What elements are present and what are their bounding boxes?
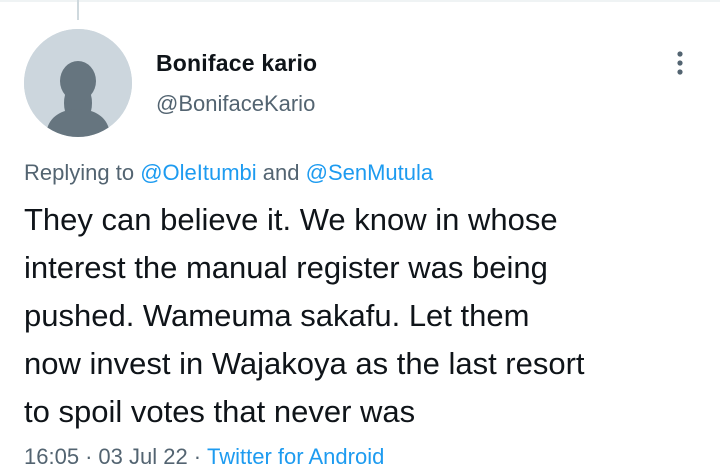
tweet-text-line: pushed. Wameuma sakafu. Let them — [24, 298, 530, 333]
top-divider — [0, 0, 720, 2]
author-display-name[interactable]: Boniface kario — [156, 50, 317, 77]
tweet-source-link[interactable]: Twitter for Android — [207, 444, 384, 469]
tweet-text-line: to spoil votes that never was — [24, 394, 416, 429]
more-vertical-icon — [677, 51, 683, 75]
tweet-text-line: now invest in Wajakoya as the last resor… — [24, 346, 585, 381]
replying-to-prefix: Replying to — [24, 160, 141, 185]
replying-to: Replying to @OleItumbi and @SenMutula — [24, 160, 433, 186]
tweet-time[interactable]: 16:05 — [24, 444, 79, 469]
tweet-text-line: They can believe it. We know in whose — [24, 202, 558, 237]
more-options-button[interactable] — [664, 46, 696, 80]
meta-separator: · — [85, 444, 93, 469]
replying-to-joiner: and — [256, 160, 306, 185]
author-handle[interactable]: @BonifaceKario — [156, 91, 315, 117]
default-profile-avatar-icon — [24, 29, 132, 137]
tweet-metadata: 16:05 · 03 Jul 22 · Twitter for Android — [24, 444, 384, 470]
mention-link-senmutula[interactable]: @SenMutula — [306, 160, 434, 185]
tweet-date[interactable]: 03 Jul 22 — [98, 444, 187, 469]
tweet-text-line: interest the manual register was being — [24, 250, 548, 285]
avatar[interactable] — [24, 29, 132, 137]
meta-separator: · — [193, 444, 202, 469]
thread-connector-line — [77, 0, 79, 20]
tweet-text: They can believe it. We know in whose in… — [24, 196, 714, 436]
mention-link-oleitumbi[interactable]: @OleItumbi — [140, 160, 256, 185]
